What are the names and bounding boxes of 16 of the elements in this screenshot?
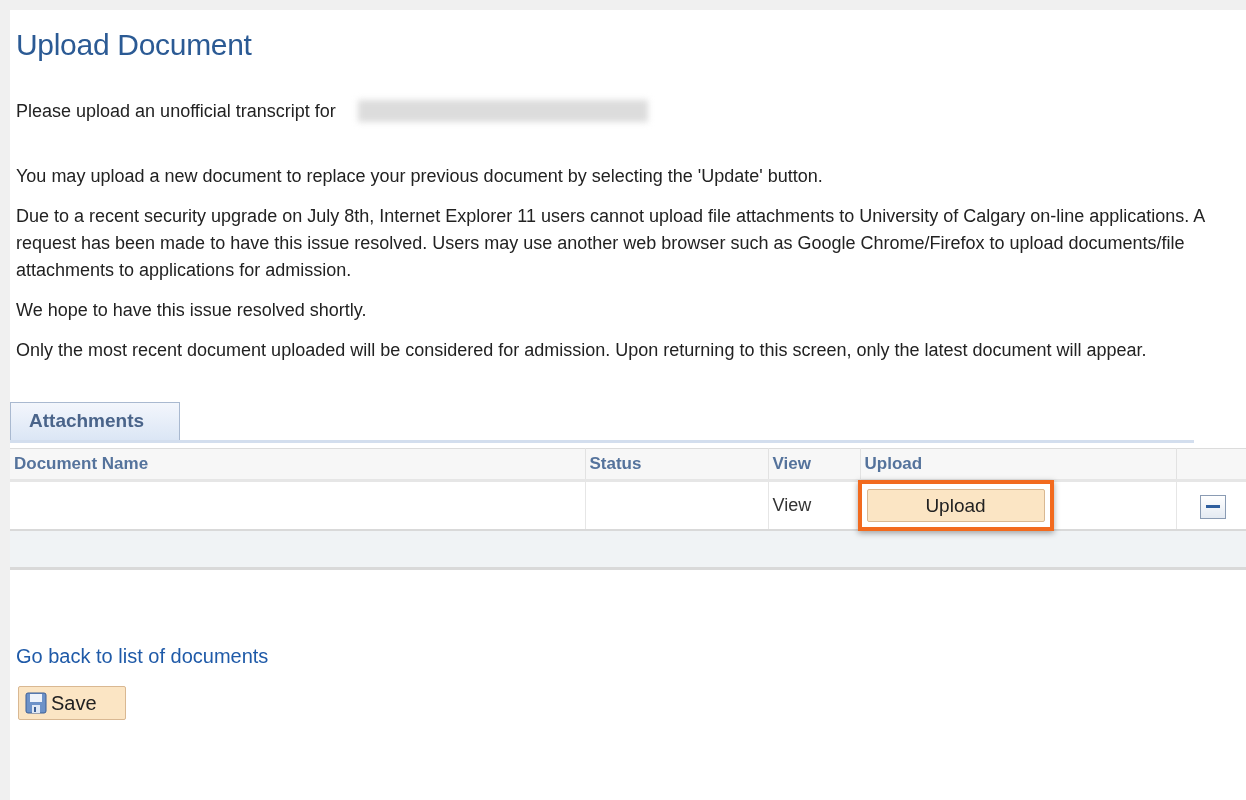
paragraph: We hope to have this issue resolved shortly. [16, 299, 368, 322]
attachments-tab[interactable]: Attachments [10, 402, 180, 440]
paragraph: Only the most recent document uploaded will be considered for admission. Upon returning to this screen, only the latest document will appear. [16, 339, 1148, 362]
intro-text: Please upload an unofficial transcript for [16, 100, 336, 122]
paragraph: You may upload a new document to replace your previous document by selecting the 'Update' button. [16, 165, 824, 188]
column-header: Upload [860, 448, 1176, 481]
back-link[interactable]: Go back to list of documents [16, 645, 269, 668]
page-title: Upload Document [16, 27, 253, 62]
column-header: Document Name [10, 448, 585, 481]
column-header: View [768, 448, 860, 481]
delete-row-button[interactable] [1199, 494, 1226, 519]
save-button[interactable]: Save [18, 686, 126, 720]
paragraph: Due to a recent security upgrade on July 8th, Internet Explorer 11 users cannot upload file attachments to University of Calgary on-line applications. A request has been made to have this issue resolved. Users may use another web browser such as Google Chrome/Firefox to upload documents/file attachments to applications for admission. [16, 205, 1206, 282]
upload-button[interactable]: Upload [866, 489, 1045, 522]
view-text: View [772, 495, 812, 515]
column-header: Status [585, 448, 768, 481]
